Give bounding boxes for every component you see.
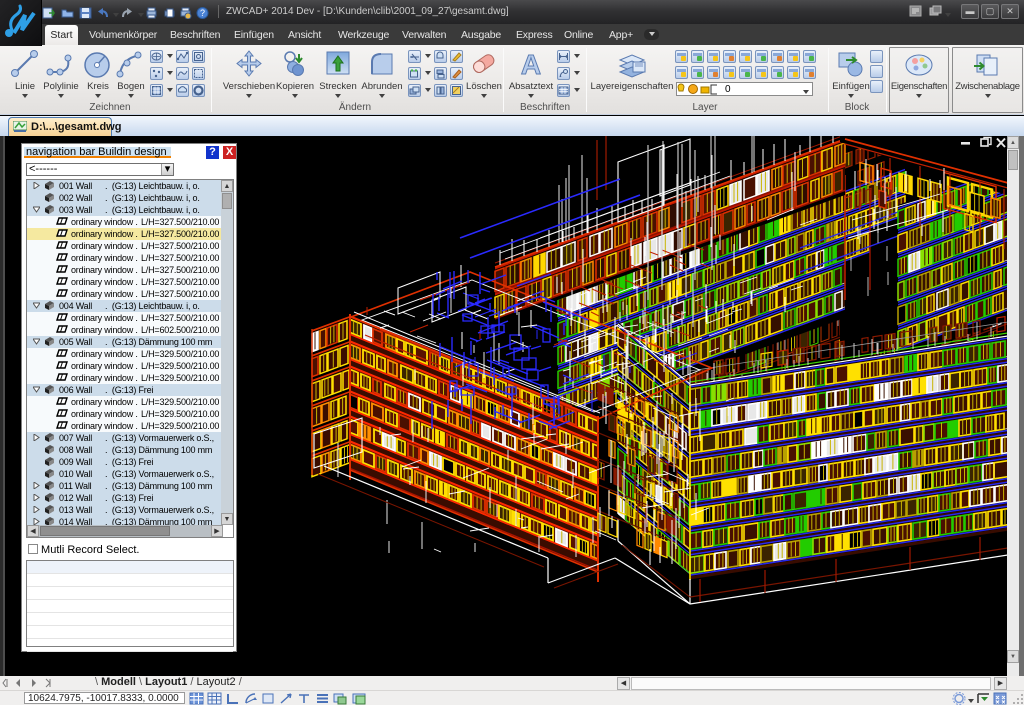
svg-text:?: ?: [200, 8, 205, 18]
svg-text:A: A: [521, 49, 541, 80]
